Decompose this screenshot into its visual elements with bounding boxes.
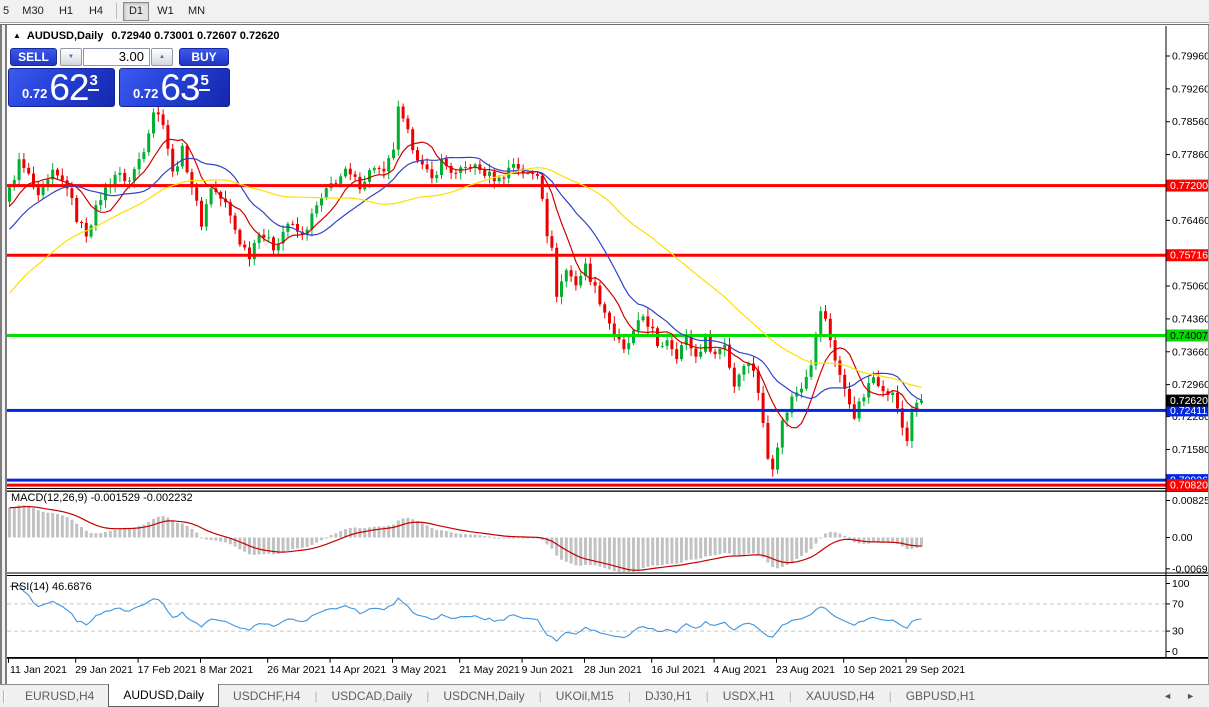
- svg-text:11 Jan 2021: 11 Jan 2021: [10, 664, 67, 676]
- svg-text:28 Jun 2021: 28 Jun 2021: [584, 664, 642, 676]
- svg-text:0.71580: 0.71580: [1172, 444, 1209, 456]
- svg-text:0.73660: 0.73660: [1172, 346, 1209, 358]
- tab-xauusd-h4[interactable]: XAUUSD,H4: [792, 685, 889, 707]
- svg-text:30: 30: [1172, 626, 1184, 638]
- timeframe-button-m30[interactable]: M30: [16, 2, 50, 21]
- timeframe-button-h1[interactable]: H1: [52, 2, 80, 21]
- tab-audusd-daily[interactable]: AUDUSD,Daily: [108, 684, 220, 707]
- buy-price-sup: 5: [199, 72, 210, 91]
- svg-text:0.77200: 0.77200: [1170, 180, 1208, 192]
- svg-text:26 Mar 2021: 26 Mar 2021: [267, 664, 326, 676]
- svg-text:8 Mar 2021: 8 Mar 2021: [200, 664, 253, 676]
- volume-increase-button[interactable]: ▲: [151, 48, 173, 66]
- timeframe-button-5[interactable]: 5: [1, 2, 14, 21]
- svg-text:0.74360: 0.74360: [1172, 313, 1209, 325]
- chart-tab-bar: EURUSD,H4 AUDUSD,Daily USDCHF,H4 | USDCAD,Da…: [0, 684, 1209, 707]
- sell-price-big: 62: [49, 67, 89, 108]
- svg-text:17 Feb 2021: 17 Feb 2021: [138, 664, 197, 676]
- svg-text:16 Jul 2021: 16 Jul 2021: [651, 664, 705, 676]
- svg-text:10 Sep 2021: 10 Sep 2021: [843, 664, 903, 676]
- tab-ukoil-m15[interactable]: UKOil,M15: [542, 685, 628, 707]
- svg-text:70: 70: [1172, 598, 1184, 610]
- buy-price-big: 63: [160, 67, 200, 108]
- sell-price-display[interactable]: 0.72 62 3: [8, 68, 115, 107]
- volume-decrease-button[interactable]: ▼: [60, 48, 82, 66]
- svg-text:0.79260: 0.79260: [1172, 83, 1209, 95]
- svg-text:MACD(12,26,9) -0.001529 -0.002: MACD(12,26,9) -0.001529 -0.002232: [11, 492, 193, 504]
- svg-text:0.74007: 0.74007: [1170, 330, 1208, 342]
- svg-text:0.75716: 0.75716: [1170, 250, 1208, 262]
- svg-text:14 Apr 2021: 14 Apr 2021: [330, 664, 387, 676]
- toolbar-separator: [116, 3, 117, 19]
- tabbar-gripper: [3, 690, 5, 703]
- window-border-left-edge: [5, 25, 7, 684]
- svg-text:RSI(14) 46.6876: RSI(14) 46.6876: [11, 581, 92, 593]
- tab-usdchf-h4[interactable]: USDCHF,H4: [219, 685, 314, 707]
- svg-text:29 Jan 2021: 29 Jan 2021: [75, 664, 133, 676]
- collapse-arrow-icon[interactable]: ▲: [13, 31, 21, 40]
- tab-usdcnh-daily[interactable]: USDCNH,Daily: [429, 685, 538, 707]
- svg-text:0.008253: 0.008253: [1172, 495, 1209, 507]
- svg-text:29 Sep 2021: 29 Sep 2021: [906, 664, 966, 676]
- svg-text:3 May 2021: 3 May 2021: [392, 664, 447, 676]
- tab-gbpusd-h1[interactable]: GBPUSD,H1: [892, 685, 989, 707]
- volume-input[interactable]: 3.00: [83, 48, 150, 66]
- svg-text:0.77860: 0.77860: [1172, 149, 1209, 161]
- timeframe-button-mn[interactable]: MN: [182, 2, 211, 21]
- timeframe-button-d1[interactable]: D1: [123, 1, 149, 21]
- svg-text:0.76460: 0.76460: [1172, 215, 1209, 227]
- one-click-trading-panel: SELL ▼ 3.00 ▲ BUY 0.72 62 3 0.72 63 5: [8, 46, 231, 108]
- tab-dj30-h1[interactable]: DJ30,H1: [631, 685, 706, 707]
- chart-ohlc-values: 0.72940 0.73001 0.72607 0.72620: [111, 30, 280, 42]
- svg-text:0.79960: 0.79960: [1172, 51, 1209, 63]
- buy-price-main: 0.72: [133, 86, 159, 101]
- tab-usdcad-daily[interactable]: USDCAD,Daily: [318, 685, 427, 707]
- svg-text:0.72620: 0.72620: [1170, 395, 1208, 407]
- sell-button[interactable]: SELL: [10, 48, 57, 66]
- tab-usdx-h1[interactable]: USDX,H1: [709, 685, 789, 707]
- svg-text:9 Jun 2021: 9 Jun 2021: [522, 664, 574, 676]
- svg-text:0.00: 0.00: [1172, 532, 1193, 544]
- svg-text:0.75060: 0.75060: [1172, 281, 1209, 293]
- timeframe-toolbar: 5 M30 H1 H4 D1 W1 MN: [0, 0, 1209, 23]
- svg-text:-0.006982: -0.006982: [1172, 563, 1209, 575]
- chart-canvas[interactable]: MACD(12,26,9) -0.001529 -0.002232 RSI(14)…: [0, 25, 1209, 684]
- svg-text:23 Aug 2021: 23 Aug 2021: [776, 664, 835, 676]
- svg-text:0.78560: 0.78560: [1172, 116, 1209, 128]
- timeframe-button-w1[interactable]: W1: [151, 2, 180, 21]
- svg-text:21 May 2021: 21 May 2021: [459, 664, 520, 676]
- svg-text:0.72960: 0.72960: [1172, 379, 1209, 391]
- svg-text:4 Aug 2021: 4 Aug 2021: [714, 664, 767, 676]
- svg-text:0.70820: 0.70820: [1170, 480, 1208, 492]
- timeframe-button-h4[interactable]: H4: [82, 2, 110, 21]
- sell-price-main: 0.72: [22, 86, 48, 101]
- sell-price-sup: 3: [88, 72, 99, 91]
- tab-scroll-right-icon[interactable]: ►: [1186, 691, 1195, 701]
- buy-button[interactable]: BUY: [179, 48, 229, 66]
- chart-symbol-label: AUDUSD,Daily: [26, 30, 104, 42]
- tab-eurusd-h4[interactable]: EURUSD,H4: [11, 685, 108, 707]
- chart-title: ▲ AUDUSD,Daily 0.72940 0.73001 0.72607 0.7…: [13, 30, 280, 42]
- svg-text:100: 100: [1172, 578, 1190, 590]
- tab-scroll-left-icon[interactable]: ◄: [1163, 691, 1172, 701]
- chart-window: MACD(12,26,9) -0.001529 -0.002232 RSI(14)…: [0, 24, 1209, 684]
- svg-text:0: 0: [1172, 646, 1178, 658]
- buy-price-display[interactable]: 0.72 63 5: [119, 68, 230, 107]
